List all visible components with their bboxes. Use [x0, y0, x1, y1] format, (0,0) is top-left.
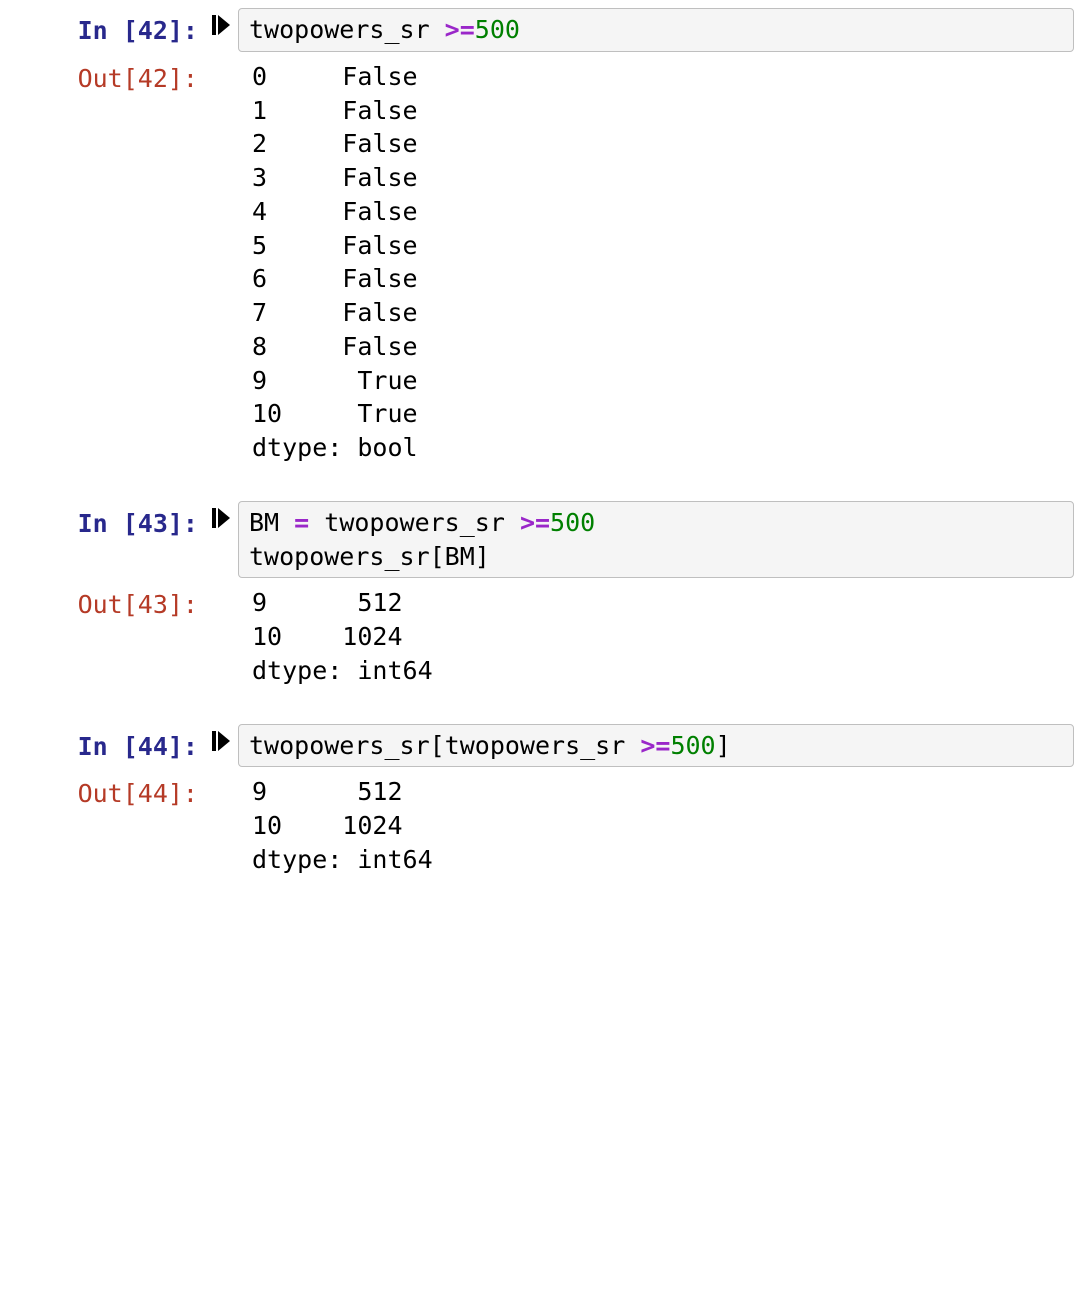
- output-row: Out[44]: 9 512 10 1024 dtype: int64: [8, 771, 1074, 878]
- code-output: 0 False 1 False 2 False 3 False 4 False …: [238, 56, 1074, 467]
- in-prompt: In [43]:: [8, 501, 204, 541]
- in-prompt: In [42]:: [8, 8, 204, 48]
- output-row: Out[43]: 9 512 10 1024 dtype: int64: [8, 582, 1074, 689]
- code-output: 9 512 10 1024 dtype: int64: [238, 582, 1074, 689]
- out-prompt: Out[44]:: [8, 771, 204, 811]
- code-cell: In [42]: twopowers_sr >=500: [8, 8, 1074, 52]
- code-cell: In [44]: twopowers_sr[twopowers_sr >=500…: [8, 724, 1074, 768]
- code-input[interactable]: twopowers_sr[twopowers_sr >=500]: [238, 724, 1074, 768]
- run-cell-icon: [211, 14, 231, 36]
- run-cell-button[interactable]: [204, 724, 238, 752]
- out-prompt: Out[43]:: [8, 582, 204, 622]
- out-prompt: Out[42]:: [8, 56, 204, 96]
- run-cell-icon: [211, 730, 231, 752]
- code-input[interactable]: twopowers_sr >=500: [238, 8, 1074, 52]
- run-cell-button[interactable]: [204, 501, 238, 529]
- code-cell: In [43]: BM = twopowers_sr >=500 twopowe…: [8, 501, 1074, 579]
- output-row: Out[42]: 0 False 1 False 2 False 3 False…: [8, 56, 1074, 467]
- run-cell-button[interactable]: [204, 8, 238, 36]
- code-output: 9 512 10 1024 dtype: int64: [238, 771, 1074, 878]
- run-cell-icon: [211, 507, 231, 529]
- in-prompt: In [44]:: [8, 724, 204, 764]
- code-input[interactable]: BM = twopowers_sr >=500 twopowers_sr[BM]: [238, 501, 1074, 579]
